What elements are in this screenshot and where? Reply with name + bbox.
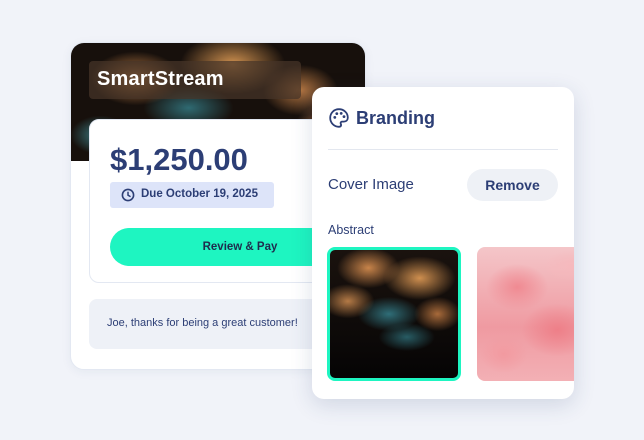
thumbnail-abstract-smoke-selected[interactable] — [327, 247, 461, 381]
panel-title: Branding — [356, 108, 435, 128]
due-date-badge: Due October 19, 2025 — [110, 182, 274, 208]
remove-button[interactable]: Remove — [467, 169, 558, 201]
divider — [328, 149, 558, 150]
customer-note-text: Joe, thanks for being a great customer! — [107, 317, 298, 329]
clock-icon — [121, 188, 135, 202]
brand-name: SmartStream — [97, 68, 224, 90]
cover-image-label: Cover Image — [328, 176, 414, 193]
amount-due: $1,250.00 — [110, 142, 248, 177]
thumbnail-abstract-pink[interactable] — [477, 247, 574, 381]
palette-icon — [329, 108, 349, 128]
abstract-section-label: Abstract — [328, 223, 374, 237]
due-date-text: Due October 19, 2025 — [141, 188, 258, 200]
branding-panel: Branding Cover Image Remove Abstract — [312, 87, 574, 399]
